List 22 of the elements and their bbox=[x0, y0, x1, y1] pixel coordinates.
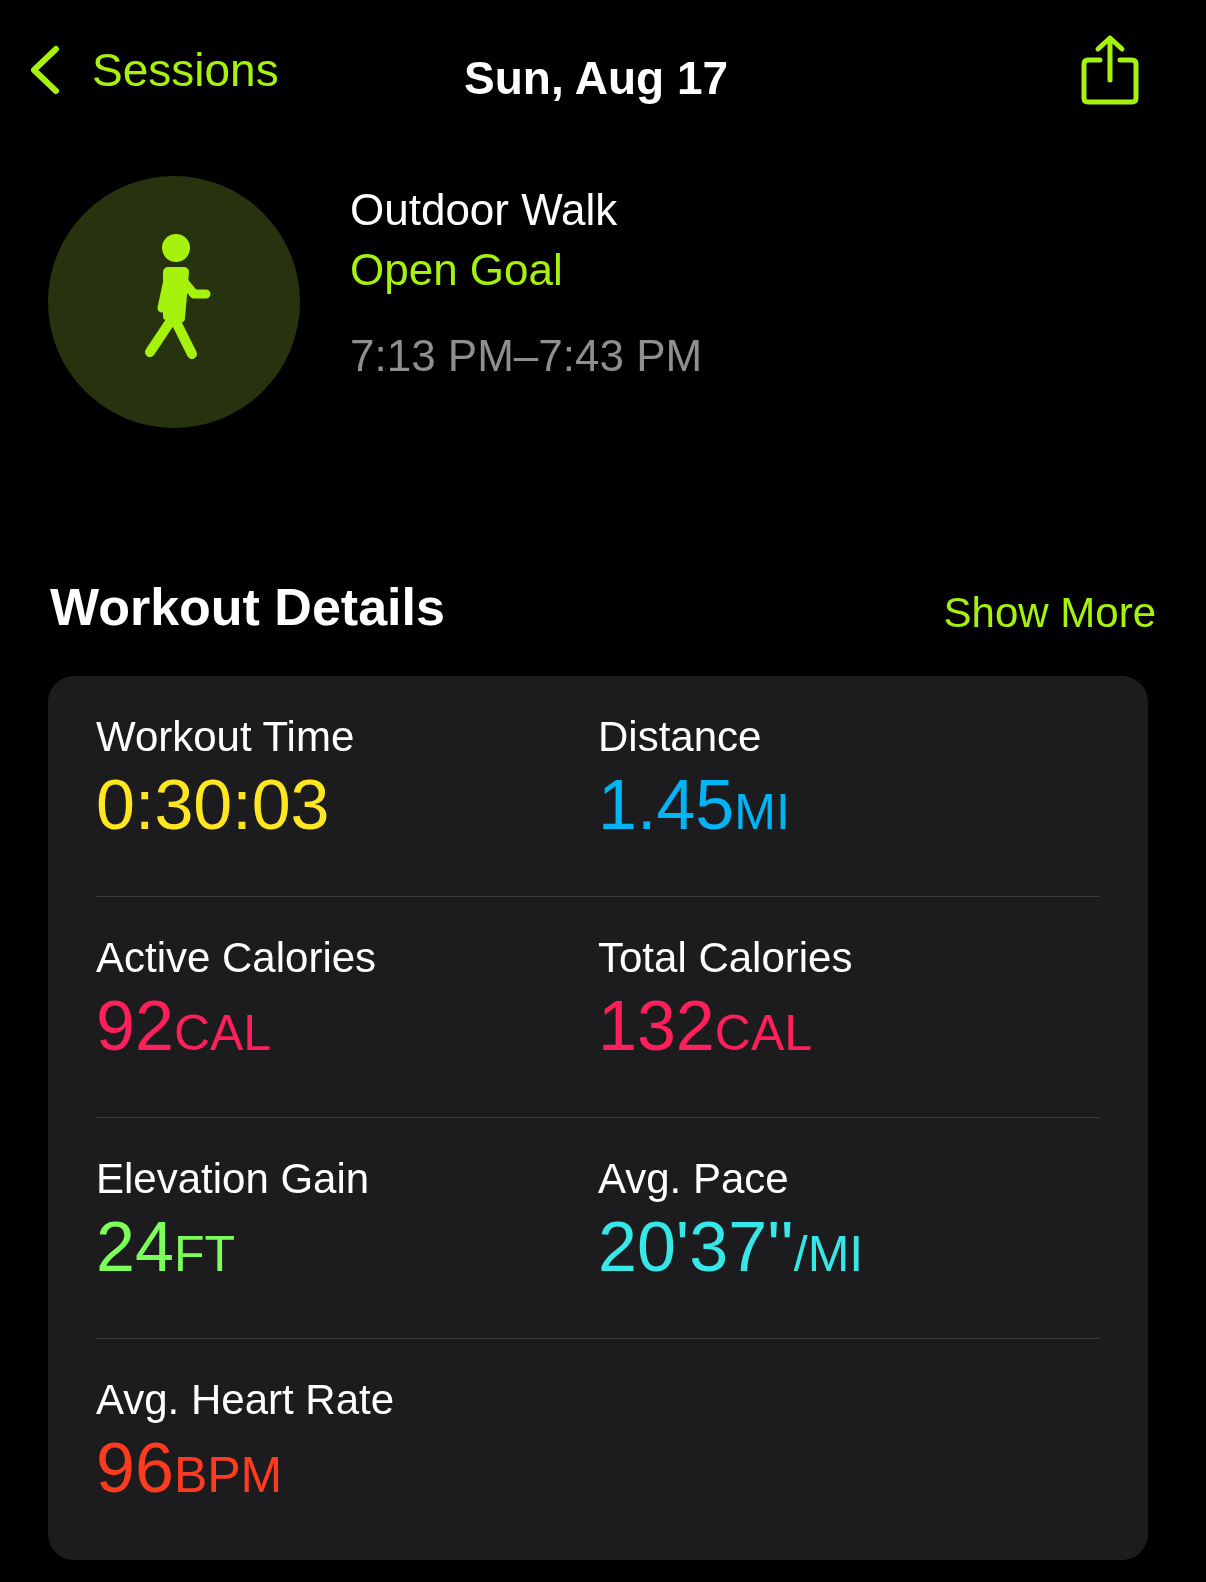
metric-value: 0:30:03 bbox=[96, 765, 331, 846]
metric-label: Distance bbox=[598, 712, 763, 762]
share-icon[interactable] bbox=[1080, 34, 1140, 106]
back-button[interactable]: Sessions bbox=[26, 35, 279, 105]
time-range: 7:13 PM–7:43 PM bbox=[350, 330, 703, 382]
show-more-link[interactable]: Show More bbox=[943, 581, 1156, 646]
metric-value: 24FT bbox=[96, 1207, 236, 1288]
metric-label: Workout Time bbox=[96, 712, 356, 762]
workout-goal: Open Goal bbox=[350, 244, 564, 296]
section-title: Workout Details bbox=[50, 577, 445, 638]
metric-value: 132CAL bbox=[598, 986, 814, 1067]
metric-value: 1.45MI bbox=[598, 765, 791, 846]
metric-label: Active Calories bbox=[96, 933, 378, 983]
metric-value: 92CAL bbox=[96, 986, 273, 1067]
metric-value: 96BPM bbox=[96, 1428, 284, 1509]
nav-title: Sun, Aug 17 bbox=[464, 51, 729, 106]
metric-label: Elevation Gain bbox=[96, 1154, 371, 1204]
metric-label: Avg. Pace bbox=[598, 1154, 790, 1204]
metric-value: 20'37''/MI bbox=[598, 1207, 865, 1288]
metric-label: Avg. Heart Rate bbox=[96, 1375, 396, 1425]
workout-name: Outdoor Walk bbox=[350, 184, 619, 236]
metric-label: Total Calories bbox=[598, 933, 854, 983]
